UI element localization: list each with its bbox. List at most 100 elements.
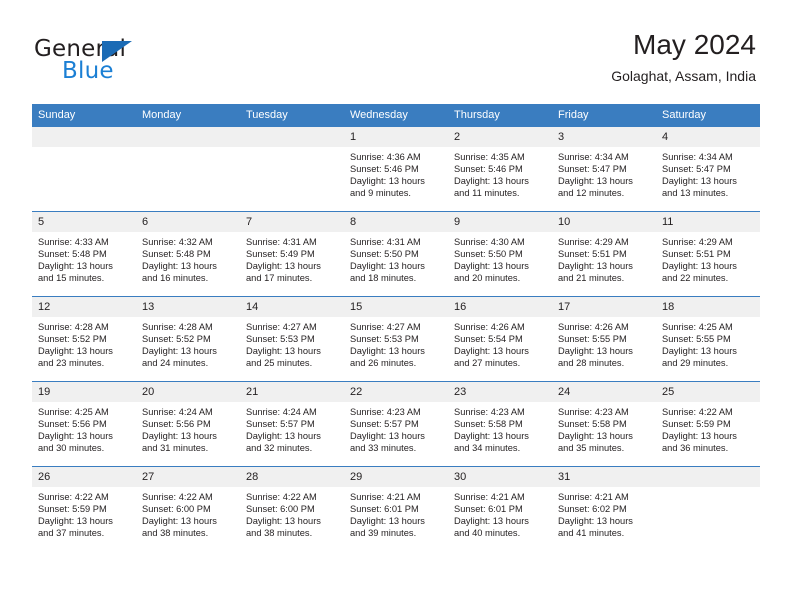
daylight-text: Daylight: 13 hours and 28 minutes. xyxy=(558,346,633,369)
day-details: Sunrise: 4:29 AM Sunset: 5:51 PM Daylight:… xyxy=(656,232,760,284)
daylight-text: Daylight: 13 hours and 17 minutes. xyxy=(246,261,321,284)
calendar-day-cell[interactable]: 9 Sunrise: 4:30 AM Sunset: 5:50 PM Daylight… xyxy=(448,211,552,297)
sunset-text: Sunset: 5:53 PM xyxy=(246,334,315,345)
calendar-day-cell[interactable]: 25 Sunrise: 4:22 AM Sunset: 5:59 PM Dayligh… xyxy=(656,381,760,467)
day-number: 21 xyxy=(240,382,344,402)
day-number: 9 xyxy=(448,212,552,232)
calendar-cell-empty xyxy=(656,466,760,551)
sunrise-text: Sunrise: 4:33 AM xyxy=(38,237,109,247)
day-number: 28 xyxy=(240,467,344,487)
calendar-day-cell[interactable]: 14 Sunrise: 4:27 AM Sunset: 5:53 PM Dayligh… xyxy=(240,296,344,382)
day-number: 17 xyxy=(552,297,656,317)
day-number: 2 xyxy=(448,127,552,147)
calendar-day-cell[interactable]: 30 Sunrise: 4:21 AM Sunset: 6:01 PM Dayligh… xyxy=(448,466,552,551)
calendar-day-cell[interactable]: 11 Sunrise: 4:29 AM Sunset: 5:51 PM Dayligh… xyxy=(656,211,760,297)
calendar-cell-empty xyxy=(136,126,240,212)
calendar-day-cell[interactable]: 31 Sunrise: 4:21 AM Sunset: 6:02 PM Dayligh… xyxy=(552,466,656,551)
sunset-text: Sunset: 5:51 PM xyxy=(662,249,731,260)
calendar-day-cell[interactable]: 13 Sunrise: 4:28 AM Sunset: 5:52 PM Dayligh… xyxy=(136,296,240,382)
sunrise-text: Sunrise: 4:23 AM xyxy=(454,407,525,417)
day-number: 15 xyxy=(344,297,448,317)
sunrise-text: Sunrise: 4:26 AM xyxy=(454,322,525,332)
day-number: 31 xyxy=(552,467,656,487)
day-details: Sunrise: 4:33 AM Sunset: 5:48 PM Daylight:… xyxy=(32,232,136,284)
calendar-day-cell[interactable]: 5 Sunrise: 4:33 AM Sunset: 5:48 PM Daylight… xyxy=(32,211,136,297)
calendar-day-cell[interactable]: 8 Sunrise: 4:31 AM Sunset: 5:50 PM Daylight… xyxy=(344,211,448,297)
day-details: Sunrise: 4:34 AM Sunset: 5:47 PM Daylight:… xyxy=(656,147,760,199)
day-details: Sunrise: 4:26 AM Sunset: 5:55 PM Daylight:… xyxy=(552,317,656,369)
calendar-day-cell[interactable]: 28 Sunrise: 4:22 AM Sunset: 6:00 PM Dayligh… xyxy=(240,466,344,551)
sunrise-text: Sunrise: 4:24 AM xyxy=(142,407,213,417)
sunset-text: Sunset: 5:55 PM xyxy=(558,334,627,345)
day-number: 5 xyxy=(32,212,136,232)
calendar-day-cell[interactable]: 2 Sunrise: 4:35 AM Sunset: 5:46 PM Daylight… xyxy=(448,126,552,212)
sunset-text: Sunset: 5:46 PM xyxy=(454,164,523,175)
calendar-body: 1 Sunrise: 4:36 AM Sunset: 5:46 PM Daylight… xyxy=(32,126,760,551)
sunset-text: Sunset: 5:59 PM xyxy=(38,504,107,515)
day-number: 8 xyxy=(344,212,448,232)
sunrise-text: Sunrise: 4:35 AM xyxy=(454,152,525,162)
sunset-text: Sunset: 5:46 PM xyxy=(350,164,419,175)
calendar-day-cell[interactable]: 29 Sunrise: 4:21 AM Sunset: 6:01 PM Dayligh… xyxy=(344,466,448,551)
daylight-text: Daylight: 13 hours and 9 minutes. xyxy=(350,176,425,199)
calendar-day-cell[interactable]: 3 Sunrise: 4:34 AM Sunset: 5:47 PM Daylight… xyxy=(552,126,656,212)
sunset-text: Sunset: 5:50 PM xyxy=(350,249,419,260)
day-number: 20 xyxy=(136,382,240,402)
calendar-page: General Blue May 2024 Golaghat, Assam, I… xyxy=(0,0,792,612)
calendar-day-cell[interactable]: 24 Sunrise: 4:23 AM Sunset: 5:58 PM Dayligh… xyxy=(552,381,656,467)
sunrise-text: Sunrise: 4:21 AM xyxy=(558,492,629,502)
sunset-text: Sunset: 5:58 PM xyxy=(558,419,627,430)
calendar-day-cell[interactable]: 6 Sunrise: 4:32 AM Sunset: 5:48 PM Daylight… xyxy=(136,211,240,297)
day-number: 16 xyxy=(448,297,552,317)
weekday-header-friday: Friday xyxy=(552,104,656,127)
calendar-day-cell[interactable]: 17 Sunrise: 4:26 AM Sunset: 5:55 PM Dayligh… xyxy=(552,296,656,382)
day-details: Sunrise: 4:23 AM Sunset: 5:58 PM Daylight:… xyxy=(448,402,552,454)
calendar-day-cell[interactable]: 16 Sunrise: 4:26 AM Sunset: 5:54 PM Dayligh… xyxy=(448,296,552,382)
calendar-day-cell[interactable]: 18 Sunrise: 4:25 AM Sunset: 5:55 PM Dayligh… xyxy=(656,296,760,382)
logo-text-blue: Blue xyxy=(62,58,114,84)
day-number: 30 xyxy=(448,467,552,487)
daylight-text: Daylight: 13 hours and 33 minutes. xyxy=(350,431,425,454)
daylight-text: Daylight: 13 hours and 18 minutes. xyxy=(350,261,425,284)
calendar-day-cell[interactable]: 27 Sunrise: 4:22 AM Sunset: 6:00 PM Dayligh… xyxy=(136,466,240,551)
daylight-text: Daylight: 13 hours and 39 minutes. xyxy=(350,516,425,539)
calendar-day-cell[interactable]: 4 Sunrise: 4:34 AM Sunset: 5:47 PM Daylight… xyxy=(656,126,760,212)
daylight-text: Daylight: 13 hours and 20 minutes. xyxy=(454,261,529,284)
day-number: 3 xyxy=(552,127,656,147)
daylight-text: Daylight: 13 hours and 31 minutes. xyxy=(142,431,217,454)
sunrise-text: Sunrise: 4:31 AM xyxy=(246,237,317,247)
day-details: Sunrise: 4:22 AM Sunset: 6:00 PM Daylight:… xyxy=(240,487,344,539)
sunrise-text: Sunrise: 4:27 AM xyxy=(350,322,421,332)
daylight-text: Daylight: 13 hours and 32 minutes. xyxy=(246,431,321,454)
calendar-day-cell[interactable]: 23 Sunrise: 4:23 AM Sunset: 5:58 PM Dayligh… xyxy=(448,381,552,467)
calendar-day-cell[interactable]: 26 Sunrise: 4:22 AM Sunset: 5:59 PM Dayligh… xyxy=(32,466,136,551)
calendar-day-cell[interactable]: 15 Sunrise: 4:27 AM Sunset: 5:53 PM Dayligh… xyxy=(344,296,448,382)
sunset-text: Sunset: 5:58 PM xyxy=(454,419,523,430)
day-details: Sunrise: 4:36 AM Sunset: 5:46 PM Daylight:… xyxy=(344,147,448,199)
calendar-day-cell[interactable]: 7 Sunrise: 4:31 AM Sunset: 5:49 PM Daylight… xyxy=(240,211,344,297)
calendar-day-cell[interactable]: 10 Sunrise: 4:29 AM Sunset: 5:51 PM Dayligh… xyxy=(552,211,656,297)
day-details: Sunrise: 4:26 AM Sunset: 5:54 PM Daylight:… xyxy=(448,317,552,369)
sunset-text: Sunset: 6:01 PM xyxy=(454,504,523,515)
daylight-text: Daylight: 13 hours and 41 minutes. xyxy=(558,516,633,539)
calendar-day-cell[interactable]: 20 Sunrise: 4:24 AM Sunset: 5:56 PM Dayligh… xyxy=(136,381,240,467)
sunrise-text: Sunrise: 4:21 AM xyxy=(454,492,525,502)
calendar-day-cell[interactable]: 21 Sunrise: 4:24 AM Sunset: 5:57 PM Dayligh… xyxy=(240,381,344,467)
calendar-day-cell[interactable]: 22 Sunrise: 4:23 AM Sunset: 5:57 PM Dayligh… xyxy=(344,381,448,467)
weekday-header-thursday: Thursday xyxy=(448,104,552,127)
sunset-text: Sunset: 5:48 PM xyxy=(38,249,107,260)
calendar-day-cell[interactable]: 12 Sunrise: 4:28 AM Sunset: 5:52 PM Dayligh… xyxy=(32,296,136,382)
calendar-day-cell[interactable]: 19 Sunrise: 4:25 AM Sunset: 5:56 PM Dayligh… xyxy=(32,381,136,467)
sunrise-text: Sunrise: 4:29 AM xyxy=(558,237,629,247)
calendar-day-cell[interactable]: 1 Sunrise: 4:36 AM Sunset: 5:46 PM Daylight… xyxy=(344,126,448,212)
sunset-text: Sunset: 5:49 PM xyxy=(246,249,315,260)
day-details: Sunrise: 4:21 AM Sunset: 6:01 PM Daylight:… xyxy=(448,487,552,539)
day-details: Sunrise: 4:28 AM Sunset: 5:52 PM Daylight:… xyxy=(136,317,240,369)
day-number: 10 xyxy=(552,212,656,232)
day-number: 11 xyxy=(656,212,760,232)
day-number: 22 xyxy=(344,382,448,402)
sunrise-text: Sunrise: 4:28 AM xyxy=(38,322,109,332)
sunrise-text: Sunrise: 4:26 AM xyxy=(558,322,629,332)
sunrise-text: Sunrise: 4:34 AM xyxy=(662,152,733,162)
day-details: Sunrise: 4:27 AM Sunset: 5:53 PM Daylight:… xyxy=(344,317,448,369)
